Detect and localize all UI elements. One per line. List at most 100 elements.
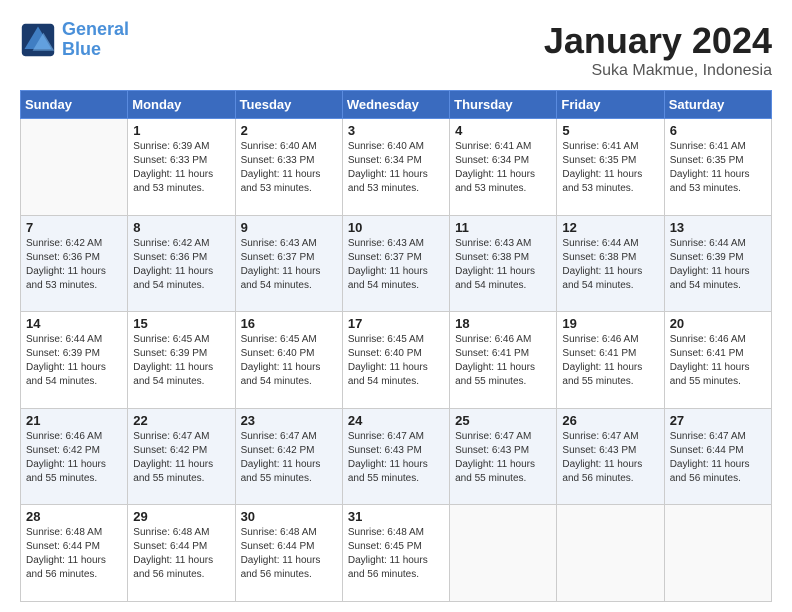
table-row: 29 Sunrise: 6:48 AM Sunset: 6:44 PM Dayli… bbox=[128, 505, 235, 602]
table-row: 10 Sunrise: 6:43 AM Sunset: 6:37 PM Dayli… bbox=[342, 215, 449, 312]
day-info: Sunrise: 6:47 AM Sunset: 6:42 PM Dayligh… bbox=[241, 430, 337, 486]
day-number: 31 bbox=[348, 509, 444, 524]
col-saturday: Saturday bbox=[664, 91, 771, 119]
day-info: Sunrise: 6:47 AM Sunset: 6:42 PM Dayligh… bbox=[133, 430, 229, 486]
calendar-week-row: 14 Sunrise: 6:44 AM Sunset: 6:39 PM Dayli… bbox=[21, 312, 772, 409]
table-row: 13 Sunrise: 6:44 AM Sunset: 6:39 PM Dayli… bbox=[664, 215, 771, 312]
day-number: 11 bbox=[455, 220, 551, 235]
day-number: 16 bbox=[241, 316, 337, 331]
table-row: 25 Sunrise: 6:47 AM Sunset: 6:43 PM Dayli… bbox=[450, 408, 557, 505]
col-thursday: Thursday bbox=[450, 91, 557, 119]
table-row: 15Sunrise: 6:45 AM Sunset: 6:39 PM Dayli… bbox=[128, 312, 235, 409]
day-info: Sunrise: 6:41 AM Sunset: 6:35 PM Dayligh… bbox=[562, 140, 658, 196]
col-wednesday: Wednesday bbox=[342, 91, 449, 119]
day-number: 2 bbox=[241, 123, 337, 138]
title-area: January 2024 Suka Makmue, Indonesia bbox=[544, 20, 772, 80]
day-number: 3 bbox=[348, 123, 444, 138]
col-monday: Monday bbox=[128, 91, 235, 119]
day-info: Sunrise: 6:46 AM Sunset: 6:42 PM Dayligh… bbox=[26, 430, 122, 486]
calendar-week-row: 7Sunrise: 6:42 AM Sunset: 6:36 PM Daylig… bbox=[21, 215, 772, 312]
logo-line2: Blue bbox=[62, 39, 101, 59]
table-row: 3 Sunrise: 6:40 AM Sunset: 6:34 PM Daylig… bbox=[342, 119, 449, 216]
day-info: Sunrise: 6:42 AM Sunset: 6:36 PM Dayligh… bbox=[26, 237, 122, 293]
table-row: 5Sunrise: 6:41 AM Sunset: 6:35 PM Daylig… bbox=[557, 119, 664, 216]
table-row bbox=[664, 505, 771, 602]
table-row: 17 Sunrise: 6:45 AM Sunset: 6:40 PM Dayli… bbox=[342, 312, 449, 409]
day-info: Sunrise: 6:40 AM Sunset: 6:33 PM Dayligh… bbox=[241, 140, 337, 196]
day-number: 13 bbox=[670, 220, 766, 235]
calendar-week-row: 1Sunrise: 6:39 AM Sunset: 6:33 PM Daylig… bbox=[21, 119, 772, 216]
day-info: Sunrise: 6:44 AM Sunset: 6:39 PM Dayligh… bbox=[670, 237, 766, 293]
table-row: 2 Sunrise: 6:40 AM Sunset: 6:33 PM Daylig… bbox=[235, 119, 342, 216]
day-number: 9 bbox=[241, 220, 337, 235]
day-info: Sunrise: 6:40 AM Sunset: 6:34 PM Dayligh… bbox=[348, 140, 444, 196]
day-info: Sunrise: 6:46 AM Sunset: 6:41 PM Dayligh… bbox=[455, 333, 551, 389]
calendar-week-row: 28 Sunrise: 6:48 AM Sunset: 6:44 PM Dayli… bbox=[21, 505, 772, 602]
table-row: 22 Sunrise: 6:47 AM Sunset: 6:42 PM Dayli… bbox=[128, 408, 235, 505]
day-number: 21 bbox=[26, 413, 122, 428]
day-info: Sunrise: 6:44 AM Sunset: 6:39 PM Dayligh… bbox=[26, 333, 122, 389]
table-row: 26 Sunrise: 6:47 AM Sunset: 6:43 PM Dayli… bbox=[557, 408, 664, 505]
location: Suka Makmue, Indonesia bbox=[544, 62, 772, 80]
table-row: 14 Sunrise: 6:44 AM Sunset: 6:39 PM Dayli… bbox=[21, 312, 128, 409]
table-row: 6Sunrise: 6:41 AM Sunset: 6:35 PM Daylig… bbox=[664, 119, 771, 216]
table-row: 31 Sunrise: 6:48 AM Sunset: 6:45 PM Dayli… bbox=[342, 505, 449, 602]
col-tuesday: Tuesday bbox=[235, 91, 342, 119]
table-row: 24Sunrise: 6:47 AM Sunset: 6:43 PM Dayli… bbox=[342, 408, 449, 505]
day-info: Sunrise: 6:48 AM Sunset: 6:44 PM Dayligh… bbox=[241, 526, 337, 582]
table-row: 11 Sunrise: 6:43 AM Sunset: 6:38 PM Dayli… bbox=[450, 215, 557, 312]
day-number: 25 bbox=[455, 413, 551, 428]
day-info: Sunrise: 6:47 AM Sunset: 6:43 PM Dayligh… bbox=[455, 430, 551, 486]
table-row: 21 Sunrise: 6:46 AM Sunset: 6:42 PM Dayli… bbox=[21, 408, 128, 505]
day-number: 29 bbox=[133, 509, 229, 524]
day-info: Sunrise: 6:41 AM Sunset: 6:34 PM Dayligh… bbox=[455, 140, 551, 196]
table-row: 27Sunrise: 6:47 AM Sunset: 6:44 PM Dayli… bbox=[664, 408, 771, 505]
day-number: 24 bbox=[348, 413, 444, 428]
table-row bbox=[21, 119, 128, 216]
day-number: 4 bbox=[455, 123, 551, 138]
day-number: 12 bbox=[562, 220, 658, 235]
day-info: Sunrise: 6:48 AM Sunset: 6:44 PM Dayligh… bbox=[26, 526, 122, 582]
calendar-header-row: Sunday Monday Tuesday Wednesday Thursday… bbox=[21, 91, 772, 119]
table-row: 1Sunrise: 6:39 AM Sunset: 6:33 PM Daylig… bbox=[128, 119, 235, 216]
logo-text: General Blue bbox=[62, 20, 129, 60]
day-number: 18 bbox=[455, 316, 551, 331]
day-number: 28 bbox=[26, 509, 122, 524]
table-row bbox=[450, 505, 557, 602]
day-info: Sunrise: 6:45 AM Sunset: 6:39 PM Dayligh… bbox=[133, 333, 229, 389]
day-number: 8 bbox=[133, 220, 229, 235]
day-number: 19 bbox=[562, 316, 658, 331]
table-row: 12Sunrise: 6:44 AM Sunset: 6:38 PM Dayli… bbox=[557, 215, 664, 312]
day-info: Sunrise: 6:45 AM Sunset: 6:40 PM Dayligh… bbox=[348, 333, 444, 389]
calendar-table: Sunday Monday Tuesday Wednesday Thursday… bbox=[20, 90, 772, 602]
day-info: Sunrise: 6:48 AM Sunset: 6:45 PM Dayligh… bbox=[348, 526, 444, 582]
day-number: 14 bbox=[26, 316, 122, 331]
table-row: 30Sunrise: 6:48 AM Sunset: 6:44 PM Dayli… bbox=[235, 505, 342, 602]
table-row: 28 Sunrise: 6:48 AM Sunset: 6:44 PM Dayli… bbox=[21, 505, 128, 602]
day-info: Sunrise: 6:48 AM Sunset: 6:44 PM Dayligh… bbox=[133, 526, 229, 582]
day-info: Sunrise: 6:43 AM Sunset: 6:37 PM Dayligh… bbox=[241, 237, 337, 293]
table-row: 9 Sunrise: 6:43 AM Sunset: 6:37 PM Daylig… bbox=[235, 215, 342, 312]
day-info: Sunrise: 6:47 AM Sunset: 6:43 PM Dayligh… bbox=[562, 430, 658, 486]
table-row: 4 Sunrise: 6:41 AM Sunset: 6:34 PM Daylig… bbox=[450, 119, 557, 216]
col-friday: Friday bbox=[557, 91, 664, 119]
table-row bbox=[557, 505, 664, 602]
day-info: Sunrise: 6:47 AM Sunset: 6:44 PM Dayligh… bbox=[670, 430, 766, 486]
day-info: Sunrise: 6:46 AM Sunset: 6:41 PM Dayligh… bbox=[562, 333, 658, 389]
table-row: 23Sunrise: 6:47 AM Sunset: 6:42 PM Dayli… bbox=[235, 408, 342, 505]
day-info: Sunrise: 6:45 AM Sunset: 6:40 PM Dayligh… bbox=[241, 333, 337, 389]
logo-icon bbox=[20, 22, 56, 58]
day-number: 22 bbox=[133, 413, 229, 428]
col-sunday: Sunday bbox=[21, 91, 128, 119]
table-row: 16 Sunrise: 6:45 AM Sunset: 6:40 PM Dayli… bbox=[235, 312, 342, 409]
day-info: Sunrise: 6:43 AM Sunset: 6:38 PM Dayligh… bbox=[455, 237, 551, 293]
day-info: Sunrise: 6:46 AM Sunset: 6:41 PM Dayligh… bbox=[670, 333, 766, 389]
day-number: 26 bbox=[562, 413, 658, 428]
calendar-week-row: 21 Sunrise: 6:46 AM Sunset: 6:42 PM Dayli… bbox=[21, 408, 772, 505]
day-info: Sunrise: 6:43 AM Sunset: 6:37 PM Dayligh… bbox=[348, 237, 444, 293]
page: General Blue January 2024 Suka Makmue, I… bbox=[0, 0, 792, 612]
month-title: January 2024 bbox=[544, 20, 772, 62]
day-number: 10 bbox=[348, 220, 444, 235]
day-number: 17 bbox=[348, 316, 444, 331]
table-row: 18 Sunrise: 6:46 AM Sunset: 6:41 PM Dayli… bbox=[450, 312, 557, 409]
